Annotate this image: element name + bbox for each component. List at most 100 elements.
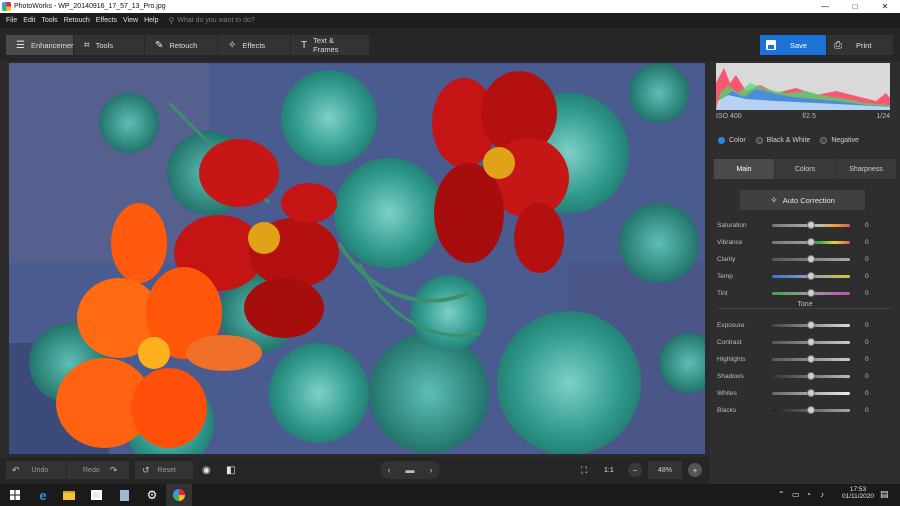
exposure-slider-row: Exposure 0 (717, 320, 877, 330)
radio-color[interactable] (718, 137, 725, 144)
eye-icon: ◉ (202, 464, 211, 476)
vibrance-slider-thumb[interactable] (807, 237, 815, 246)
whites-label: Whites (717, 389, 737, 397)
temp-slider[interactable] (772, 271, 850, 280)
menu-effects[interactable]: Effects (96, 17, 117, 24)
search-icon: ⚲ (168, 16, 175, 25)
mode-negative[interactable]: Negative (820, 137, 859, 144)
panel-tabs: Main Colors Sharpness (714, 159, 897, 179)
mode-color[interactable]: Color (718, 137, 746, 144)
temp-slider-thumb[interactable] (807, 271, 815, 280)
contrast-value: 0 (865, 338, 869, 346)
highlights-slider[interactable] (772, 354, 850, 363)
next-image-button[interactable]: › (430, 465, 433, 475)
tab-retouch[interactable]: ✎ Retouch (145, 35, 217, 55)
wifi-icon[interactable]: ◔ (806, 490, 811, 499)
vibrance-value: 0 (865, 238, 869, 246)
menu-view[interactable]: View (123, 17, 138, 24)
exposure-slider[interactable] (772, 320, 850, 329)
photo-canvas[interactable] (9, 63, 705, 454)
compare-button[interactable]: ◧ (226, 461, 240, 479)
zoom-out-button[interactable]: − (628, 461, 642, 479)
vibrance-slider[interactable] (772, 237, 850, 246)
clarity-slider-thumb[interactable] (807, 254, 815, 263)
tab-colors[interactable]: Colors (775, 159, 835, 179)
zoom-in-button[interactable]: + (688, 461, 702, 479)
shopping-bag-icon (90, 490, 102, 500)
printer-icon: ⎙ (834, 39, 842, 51)
tray-overflow-icon[interactable]: ⌃ (778, 490, 785, 499)
shadows-slider[interactable] (772, 371, 850, 380)
temp-value: 0 (865, 272, 869, 280)
reset-button[interactable]: ↺ Reset (135, 461, 193, 479)
redo-button[interactable]: Redo ↷ (67, 461, 129, 479)
folder-icon (63, 490, 75, 500)
folder-icon[interactable]: ▬ (406, 465, 415, 475)
auto-correction-label: Auto Correction (782, 195, 835, 205)
tab-main[interactable]: Main (714, 159, 774, 179)
temp-label: Temp (717, 272, 733, 280)
clock[interactable]: 17:53 01/11/2020 (838, 486, 878, 500)
whites-slider[interactable] (772, 388, 850, 397)
save-label: Save (790, 40, 808, 50)
highlights-value: 0 (865, 355, 869, 363)
tab-effects[interactable]: ✧ Effects (218, 35, 290, 55)
fit-to-screen-button[interactable]: ⛶ (581, 461, 595, 479)
tab-enhancement[interactable]: ☰ Enhancement (6, 35, 77, 55)
photo-image (9, 63, 705, 454)
blacks-slider-row: Blacks 0 (717, 405, 877, 415)
start-button[interactable] (2, 484, 28, 506)
calculator-app-icon[interactable] (111, 484, 137, 506)
minimize-button[interactable]: — (810, 0, 840, 13)
store-icon[interactable] (83, 484, 109, 506)
search-placeholder[interactable]: What do you want to do? (177, 17, 254, 24)
clarity-slider-row: Clarity 0 (717, 254, 877, 264)
menu-file[interactable]: File (6, 17, 17, 24)
tab-text-frames[interactable]: T Text & Frames (291, 35, 369, 55)
saturation-slider-thumb[interactable] (807, 220, 815, 229)
close-button[interactable]: ✕ (870, 0, 900, 13)
tint-slider[interactable] (772, 288, 850, 297)
save-button[interactable]: Save (760, 35, 826, 55)
actual-size-button[interactable]: 1:1 (604, 461, 620, 479)
preview-eye-button[interactable]: ◉ (202, 461, 216, 479)
tab-sharpness[interactable]: Sharpness (836, 159, 896, 179)
mode-black-white[interactable]: Black & White (755, 137, 810, 144)
highlights-slider-thumb[interactable] (807, 354, 815, 363)
volume-icon[interactable]: ♪ (820, 490, 824, 499)
saturation-slider[interactable] (772, 220, 850, 229)
zoom-value[interactable]: 48% (648, 461, 682, 479)
menu-retouch[interactable]: Retouch (64, 17, 90, 24)
shadows-slider-thumb[interactable] (807, 371, 815, 380)
blacks-slider-thumb[interactable] (807, 405, 815, 414)
menu-tools[interactable]: Tools (41, 17, 57, 24)
contrast-slider-thumb[interactable] (807, 337, 815, 346)
file-explorer-icon[interactable] (56, 484, 82, 506)
blacks-value: 0 (865, 406, 869, 414)
clarity-slider[interactable] (772, 254, 850, 263)
tint-slider-thumb[interactable] (807, 288, 815, 297)
blacks-slider[interactable] (772, 405, 850, 414)
auto-correction-button[interactable]: ✧ Auto Correction (740, 190, 865, 210)
network-icon[interactable]: ▭ (792, 490, 800, 499)
previous-image-button[interactable]: ‹ (388, 465, 391, 475)
undo-button[interactable]: ↶ Undo (6, 461, 66, 479)
print-button[interactable]: ⎙ Print (827, 35, 893, 55)
maximize-button[interactable]: □ (840, 0, 870, 13)
contrast-slider[interactable] (772, 337, 850, 346)
notifications-icon[interactable]: ▤ (880, 489, 889, 500)
exposure-slider-thumb[interactable] (807, 320, 815, 329)
whites-slider-thumb[interactable] (807, 388, 815, 397)
photoworks-taskbar-icon[interactable] (166, 484, 192, 506)
edge-browser-icon[interactable]: e (30, 484, 56, 506)
radio-black-white[interactable] (755, 137, 763, 144)
tab-tools[interactable]: ⌗ Tools (74, 35, 144, 55)
photoworks-logo-icon (173, 489, 185, 501)
settings-gear-icon[interactable]: ⚙ (139, 484, 165, 506)
radio-negative[interactable] (820, 137, 828, 144)
color-mode-options: Color Black & White Negative (718, 137, 869, 144)
command-search[interactable]: ⚲ What do you want to do? (169, 16, 255, 25)
crop-icon: ⌗ (84, 39, 90, 51)
menu-edit[interactable]: Edit (23, 17, 35, 24)
menu-help[interactable]: Help (144, 17, 158, 24)
